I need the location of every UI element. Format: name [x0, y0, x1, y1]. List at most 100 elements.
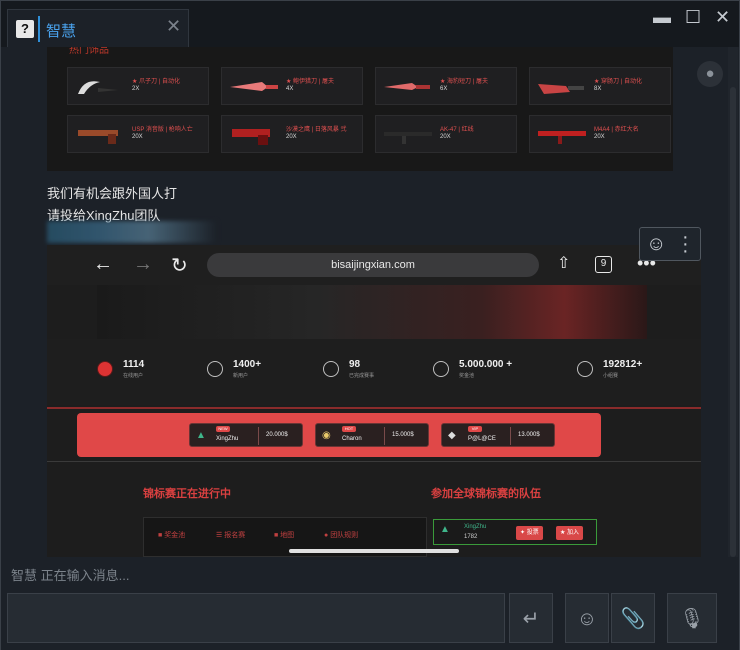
- team-badge: VIP: [468, 426, 482, 432]
- knife-image: [538, 84, 584, 94]
- join-button: ★ 加入: [556, 526, 584, 540]
- item-price: 8X: [594, 86, 602, 92]
- item-card: M4A4 | 赤红大名 20X: [529, 115, 671, 153]
- team-card: ◉ HOT Charon 15.000$: [315, 423, 429, 447]
- record-icon: [97, 361, 113, 377]
- title-bar: ? 智慧 ✕ ▬ ☐ ✕: [1, 1, 739, 47]
- rifle-image: [538, 131, 586, 144]
- item-name: ★ 鲍伊猎刀 | 屠夫: [286, 79, 334, 85]
- mic-icon[interactable]: 🎙: [667, 593, 717, 643]
- url-bar: bisaijingxian.com: [207, 253, 539, 277]
- divider: [47, 461, 701, 462]
- team-card: ◆ VIP P@L@CE 13.000$: [441, 423, 555, 447]
- stat-label: 新用户: [233, 373, 249, 379]
- composer: ↵ ☺ 📎 🎙: [1, 589, 739, 650]
- item-name: USP 消音版 | 枪响人亡: [132, 127, 193, 133]
- item-card: 沙漠之鹰 | 日落风暴 弐 20X: [221, 115, 363, 153]
- item-name: ★ 爪子刀 | 自动化: [132, 79, 180, 85]
- market-screenshot[interactable]: 热门饰品 ★ 爪子刀 | 自动化 2X ★ 鲍伊猎刀 | 屠夫 4X ★ 海豹短…: [47, 47, 673, 171]
- stat-label: 已完成赛事: [349, 373, 375, 379]
- chat-window: ? 智慧 ✕ ▬ ☐ ✕ 热门饰品 ★ 爪子刀 | 自动化 2X ★ 鲍伊猎刀 …: [0, 0, 740, 650]
- cart-icon: [577, 361, 593, 377]
- stat-value: 1400+: [233, 359, 262, 370]
- paperclip-icon[interactable]: 📎: [611, 593, 655, 643]
- add-reaction-icon[interactable]: ☺: [646, 233, 666, 256]
- team-card: ▲ NEW XingZhu 20.000$: [189, 423, 303, 447]
- team-price: 15.000$: [392, 432, 414, 438]
- divider: [258, 427, 259, 445]
- message-area[interactable]: 热门饰品 ★ 爪子刀 | 自动化 2X ★ 鲍伊猎刀 | 屠夫 4X ★ 海豹短…: [1, 47, 739, 557]
- close-tab-icon[interactable]: ✕: [166, 16, 181, 37]
- location-icon: [323, 361, 339, 377]
- item-name: M4A4 | 赤红大名: [594, 127, 639, 133]
- team-name: Charon: [342, 436, 362, 442]
- divider: [510, 427, 511, 445]
- knife-image: [384, 83, 430, 90]
- section-title-left: 锦标赛正在进行中: [143, 488, 231, 500]
- team-logo-icon: ◆: [448, 430, 456, 441]
- help-icon[interactable]: ?: [16, 20, 34, 38]
- item-card: ★ 鲍伊猎刀 | 屠夫 4X: [221, 67, 363, 105]
- item-price: 6X: [440, 86, 448, 92]
- pistol-image: [78, 130, 118, 144]
- reload-icon: ↻: [171, 255, 188, 277]
- item-card: AK-47 | 红线 20X: [375, 115, 517, 153]
- tab-accent: [38, 16, 40, 42]
- item-card: ★ 爪子刀 | 自动化 2X: [67, 67, 209, 105]
- stat-value: 5.000.000 +: [459, 359, 513, 370]
- stat-value: 192812+: [603, 359, 643, 370]
- team-name: P@L@CE: [468, 436, 496, 442]
- panel-tab: ● 团队规则: [324, 532, 359, 539]
- message-line: 我们有机会跟外国人打: [47, 186, 178, 201]
- vote-button: ✦ 投票: [516, 526, 543, 540]
- item-card: ★ 海豹短刀 | 屠夫 6X: [375, 67, 517, 105]
- forward-icon: →: [133, 253, 153, 275]
- minimize-button[interactable]: ▬: [653, 7, 671, 28]
- tab-title: 智慧: [46, 23, 77, 40]
- item-price: 4X: [286, 86, 294, 92]
- panel-tab: ■ 奖金池: [158, 532, 186, 539]
- blurred-text: [47, 221, 217, 243]
- tabs-count: 9: [595, 256, 612, 273]
- item-price: 20X: [286, 134, 297, 140]
- panel-tab: ■ 地图: [274, 532, 295, 539]
- item-name: ★ 穿肠刀 | 自动化: [594, 79, 642, 85]
- item-name: ★ 海豹短刀 | 屠夫: [440, 79, 488, 85]
- item-name: 沙漠之鹰 | 日落风暴 弐: [286, 127, 347, 133]
- typing-indicator: 智慧 正在输入消息...: [11, 568, 130, 583]
- send-icon[interactable]: ↵: [509, 593, 553, 643]
- more-options-icon[interactable]: · · ·: [682, 227, 689, 261]
- item-name: AK-47 | 红线: [440, 127, 474, 133]
- item-price: 2X: [132, 86, 140, 92]
- browser-toolbar: ← → ↻ bisaijingxian.com ⇧ 9 •••: [47, 245, 701, 285]
- close-window-button[interactable]: ✕: [715, 7, 730, 28]
- team-logo-icon: ▲: [196, 430, 206, 441]
- item-price: 20X: [594, 134, 605, 140]
- scrollbar[interactable]: [728, 47, 738, 557]
- back-icon: ←: [93, 253, 113, 275]
- rifle-image: [384, 132, 432, 144]
- team-row: ▲ XingZhu 1782 ✦ 投票 ★ 加入: [433, 519, 597, 545]
- stat-value: 1114: [123, 359, 145, 370]
- panel-tab: ☰ 报名赛: [216, 532, 246, 539]
- add-user-icon[interactable]: ●: [697, 61, 723, 87]
- phone-screenshot[interactable]: ← → ↻ bisaijingxian.com ⇧ 9 ••• 1114 在线用…: [47, 245, 701, 557]
- team-name: XingZhu: [216, 436, 239, 442]
- home-indicator: [289, 549, 459, 553]
- divider: [384, 427, 385, 445]
- scrollbar-thumb[interactable]: [730, 87, 736, 557]
- item-card: ★ 穿肠刀 | 自动化 8X: [529, 67, 671, 105]
- chat-tab[interactable]: ? 智慧 ✕: [7, 9, 189, 47]
- user-icon: [207, 361, 223, 377]
- emoji-icon[interactable]: ☺: [565, 593, 609, 643]
- reaction-popup[interactable]: ☺ · · ·: [639, 227, 701, 261]
- section-title-right: 参加全球锦标赛的队伍: [431, 488, 541, 500]
- stat-label: 在线用户: [123, 373, 144, 379]
- share-icon: ⇧: [557, 255, 571, 272]
- stats-bar: 1114 在线用户 1400+ 新用户 98 已完成赛事 5.000.000 +…: [47, 339, 701, 405]
- team-price: 13.000$: [518, 432, 540, 438]
- maximize-button[interactable]: ☐: [685, 7, 701, 28]
- message-input[interactable]: [7, 593, 505, 643]
- team-badge: NEW: [216, 426, 230, 432]
- team-score: 1782: [464, 534, 478, 540]
